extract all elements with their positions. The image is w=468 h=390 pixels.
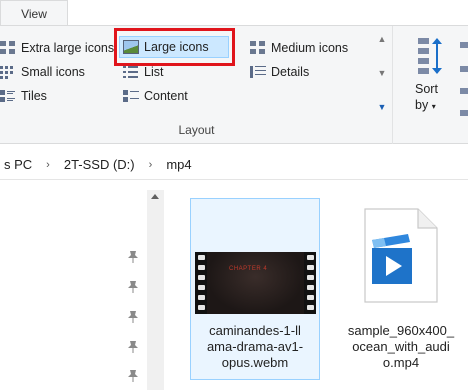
layout-gallery-scroll[interactable]: ▲ ▼ ▼ [375,34,389,112]
pin-icon[interactable] [127,340,139,354]
play-icon [372,234,412,284]
tiles-icon [0,89,16,103]
breadcrumb-drive[interactable]: 2T-SSD (D:) [60,157,139,172]
thumbnail-caption: CHAPTER 4 [229,266,268,272]
file-name[interactable]: sample_960x400_ ocean_with_audi o.mp4 [336,323,466,371]
sort-by-button[interactable] [416,36,444,76]
large-icons-icon [123,40,139,54]
group-by-icons[interactable] [458,38,468,118]
chevron-right-icon[interactable]: › [139,159,163,171]
address-bar[interactable]: s PC › 2T-SSD (D:) › mp4 [0,150,468,180]
layout-list-label: List [144,65,164,79]
layout-extra-large-icons-label: Extra large icons [21,41,115,55]
film-strip-left [195,252,207,314]
video-frame: CHAPTER 4 [207,252,304,314]
pin-icon[interactable] [127,310,139,324]
medium-icons-icon [250,41,266,55]
sort-by-label[interactable]: Sort by ▾ [415,81,438,115]
layout-medium-icons-label: Medium icons [271,41,349,55]
file-name[interactable]: caminandes-1-ll ama-drama-av1- opus.webm [190,323,320,371]
small-icons-icon [0,65,16,79]
layout-details-label: Details [271,65,310,79]
breadcrumb-mp4[interactable]: mp4 [162,157,195,172]
tab-view-label: View [21,6,47,21]
navigation-scrollbar[interactable] [147,190,164,390]
layout-group-label: Layout [178,123,215,137]
details-icon [250,65,266,79]
extra-large-icons-icon [0,41,16,55]
sort-icon [418,38,442,74]
pin-icon[interactable] [127,250,139,264]
ribbon: Extra large icons Large icons Medium ico… [0,25,468,144]
list-icon [123,65,139,79]
chevron-up-icon[interactable]: ▲ [378,34,387,44]
chevron-down-icon[interactable]: ▼ [378,68,387,78]
pin-icon[interactable] [127,369,139,383]
layout-content[interactable]: Content [123,85,188,107]
scroll-up-icon[interactable] [151,194,159,199]
layout-large-icons[interactable]: Large icons [119,36,229,58]
layout-small-icons-label: Small icons [21,65,85,79]
pin-icon[interactable] [127,280,139,294]
layout-group: Extra large icons Large icons Medium ico… [0,26,393,144]
layout-medium-icons[interactable]: Medium icons [250,37,348,59]
sort-group: Sort by ▾ [400,26,468,144]
breadcrumb-this-pc[interactable]: s PC [0,157,36,172]
navigation-pane [0,181,168,390]
layout-tiles-label: Tiles [21,89,47,103]
layout-large-icons-label: Large icons [144,40,209,54]
tab-view[interactable]: View [0,0,68,26]
layout-small-icons[interactable]: Small icons [0,61,85,83]
expand-gallery-icon[interactable]: ▼ [378,102,387,112]
layout-details[interactable]: Details [250,61,309,83]
layout-list[interactable]: List [123,61,163,83]
chevron-right-icon[interactable]: › [36,159,60,171]
layout-content-label: Content [144,89,188,103]
chevron-down-icon: ▾ [431,102,436,111]
layout-tiles[interactable]: Tiles [0,85,47,107]
ribbon-tab-bar: View [0,0,468,26]
film-strip-right [304,252,316,314]
video-file-icon [364,208,438,303]
video-thumbnail: CHAPTER 4 [195,252,316,314]
content-icon [123,89,139,103]
layout-extra-large-icons[interactable]: Extra large icons [0,37,114,59]
